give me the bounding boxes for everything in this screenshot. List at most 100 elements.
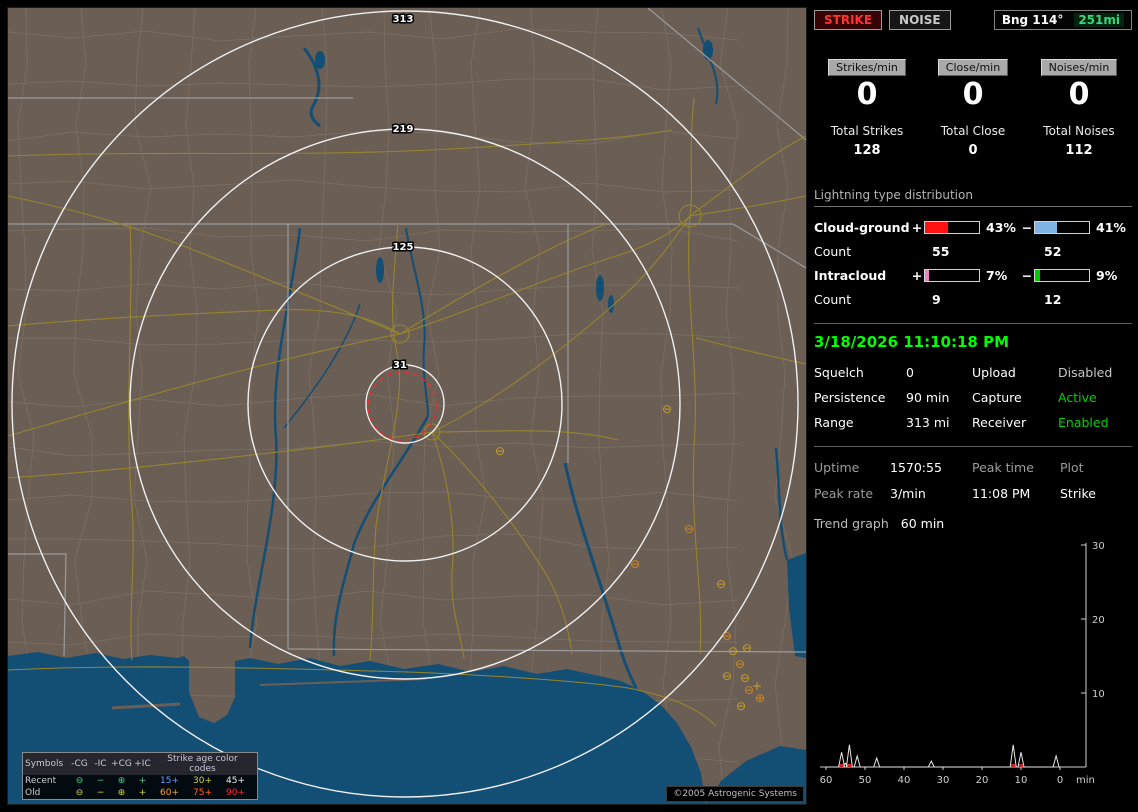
close-per-min-value: 0 <box>962 77 984 112</box>
strike-symbol: ⊖ <box>495 444 505 458</box>
ic-plus-pct: 7% <box>986 267 1008 283</box>
legend-header: Symbols -CG -IC +CG +IC Strike age color… <box>23 753 257 775</box>
capture-value: Active <box>1058 389 1097 405</box>
ic-minus-bar-fill <box>1035 269 1040 281</box>
trend-graph-row: Trend graph 60 min <box>814 516 1132 531</box>
cg-count-label: Count <box>814 243 852 259</box>
strikes-per-min-value: 0 <box>856 77 878 112</box>
peak-marker <box>847 763 852 767</box>
peak-marker <box>1011 763 1016 767</box>
total-noises-label: Total Noises <box>1043 123 1115 138</box>
ic-minus-count: 12 <box>1044 291 1062 307</box>
cg-plus-bar <box>924 220 980 234</box>
divider-2 <box>814 445 1132 447</box>
total-strikes-label: Total Strikes <box>830 123 904 138</box>
peak-time-label: Peak time <box>972 459 1034 475</box>
copyright-notice: ©2005 Astrogenic Systems <box>666 786 804 802</box>
cg-plus-bar-fill <box>925 221 949 233</box>
strike-symbol: ⊕ <box>755 691 765 705</box>
squelch-value: 0 <box>906 364 914 380</box>
squelch-label: Squelch <box>814 364 864 380</box>
legend-symbol: + <box>138 788 147 798</box>
bearing-value: Bng 114° <box>1001 13 1064 27</box>
panel-topbar: STRIKE NOISE Bng 114° 251mi <box>814 10 1132 30</box>
legend-row-recent: Recent ⊖ − ⊕ +15+ 30+ 45+ <box>23 775 257 787</box>
legend-age-header: Strike age color codes <box>167 754 238 774</box>
trend-graph-label: Trend graph <box>814 515 889 531</box>
range-value: 313 mi <box>906 414 950 430</box>
strike-symbol: ⊖ <box>742 641 752 655</box>
ic-plus-bar-fill <box>925 269 929 281</box>
receiver-value: Enabled <box>1058 414 1109 430</box>
x-tick-label: 30 <box>937 775 950 786</box>
lightning-map[interactable]: ⊖ ⊖ ⊖ ⊖ ⊖ ⊖ ⊖ ⊖ ⊖ ⊖ ⊖ ⊖ ⊖ + ⊕ 313 219 125 31 Symbols -CG … <box>7 7 807 805</box>
lake-guntersville <box>315 51 325 69</box>
legend-age-code: 45+ <box>226 776 245 786</box>
cg-minus-bar <box>1034 220 1090 234</box>
strike-symbol: ⊖ <box>662 402 672 416</box>
ic-count-label: Count <box>814 291 852 307</box>
persistence-label: Persistence <box>814 389 886 405</box>
close-column: Close/min 0 Total Close 0 <box>920 56 1026 158</box>
ic-plus-sign: + <box>911 267 923 283</box>
noises-per-min-value: 0 <box>1068 77 1090 112</box>
y-tick-label: 30 <box>1092 541 1105 552</box>
peak-time-value: 11:08 PM <box>972 485 1031 501</box>
cg-minus-sign: − <box>1021 219 1033 235</box>
range-ring-label: 219 <box>393 124 414 135</box>
y-tick-label: 20 <box>1092 615 1105 626</box>
intracloud-label: Intracloud <box>814 267 887 283</box>
cg-plus-count: 55 <box>932 243 950 259</box>
x-tick-label: 60 <box>820 775 833 786</box>
x-axis-unit-label: min <box>1076 775 1095 786</box>
legend-col-neg-ic: -IC <box>94 759 107 769</box>
range-ring-label: 313 <box>393 14 414 25</box>
legend-symbol: ⊖ <box>75 788 84 798</box>
legend-row-label: Old <box>25 788 41 798</box>
strikes-per-min-button[interactable]: Strikes/min <box>828 59 906 76</box>
legend-age-code: 90+ <box>226 788 245 798</box>
uptime-label: Uptime <box>814 459 860 475</box>
datetime-display: 3/18/2026 11:10:18 PM <box>814 332 1009 351</box>
legend-symbol: ⊕ <box>117 776 126 786</box>
x-tick-label: 40 <box>898 775 911 786</box>
strikes-column: Strikes/min 0 Total Strikes 128 <box>814 56 920 158</box>
legend-col-neg-cg: -CG <box>71 759 88 769</box>
upload-label: Upload <box>972 364 1016 380</box>
cg-minus-bar-fill <box>1035 221 1058 233</box>
strike-symbol: ⊖ <box>716 577 726 591</box>
strike-symbol: ⊖ <box>722 629 732 643</box>
legend-symbol: ⊖ <box>75 776 84 786</box>
legend-symbol: + <box>138 776 147 786</box>
close-per-min-button[interactable]: Close/min <box>937 59 1009 76</box>
cloud-ground-label: Cloud-ground <box>814 219 910 235</box>
legend-col-pos-ic: +IC <box>134 759 151 769</box>
west-point-lake <box>596 275 604 301</box>
x-tick-label: 10 <box>1015 775 1028 786</box>
legend-symbol: ⊕ <box>117 788 126 798</box>
cg-minus-pct: 41% <box>1096 219 1126 235</box>
plot-label: Plot <box>1060 459 1084 475</box>
range-label: Range <box>814 414 854 430</box>
ic-plus-count: 9 <box>932 291 941 307</box>
range-ring-label: 125 <box>393 242 414 253</box>
legend-row-old: Old ⊖ − ⊕ +60+ 75+ 90+ <box>23 787 257 799</box>
uptime-value: 1570:55 <box>890 459 942 475</box>
noises-per-min-button[interactable]: Noises/min <box>1040 59 1118 76</box>
peak-rate-label: Peak rate <box>814 485 874 501</box>
strike-symbol: ⊖ <box>736 699 746 713</box>
cg-minus-count: 52 <box>1044 243 1062 259</box>
strike-rate-series <box>826 744 1060 767</box>
legend-symbol: − <box>96 776 105 786</box>
distance-value: 251mi <box>1074 13 1124 27</box>
noise-mode-button[interactable]: NOISE <box>889 10 951 30</box>
ic-minus-sign: − <box>1021 267 1033 283</box>
map-legend: Symbols -CG -IC +CG +IC Strike age color… <box>22 752 258 800</box>
strike-mode-button[interactable]: STRIKE <box>814 10 883 30</box>
lake-chickamauga <box>703 40 713 60</box>
persistence-value: 90 min <box>906 389 950 405</box>
stats-grid: Uptime 1570:55 Peak time Plot Peak rate … <box>814 460 1132 501</box>
peak-marker <box>839 763 844 767</box>
ic-minus-pct: 9% <box>1096 267 1118 283</box>
total-close-label: Total Close <box>940 123 1006 138</box>
